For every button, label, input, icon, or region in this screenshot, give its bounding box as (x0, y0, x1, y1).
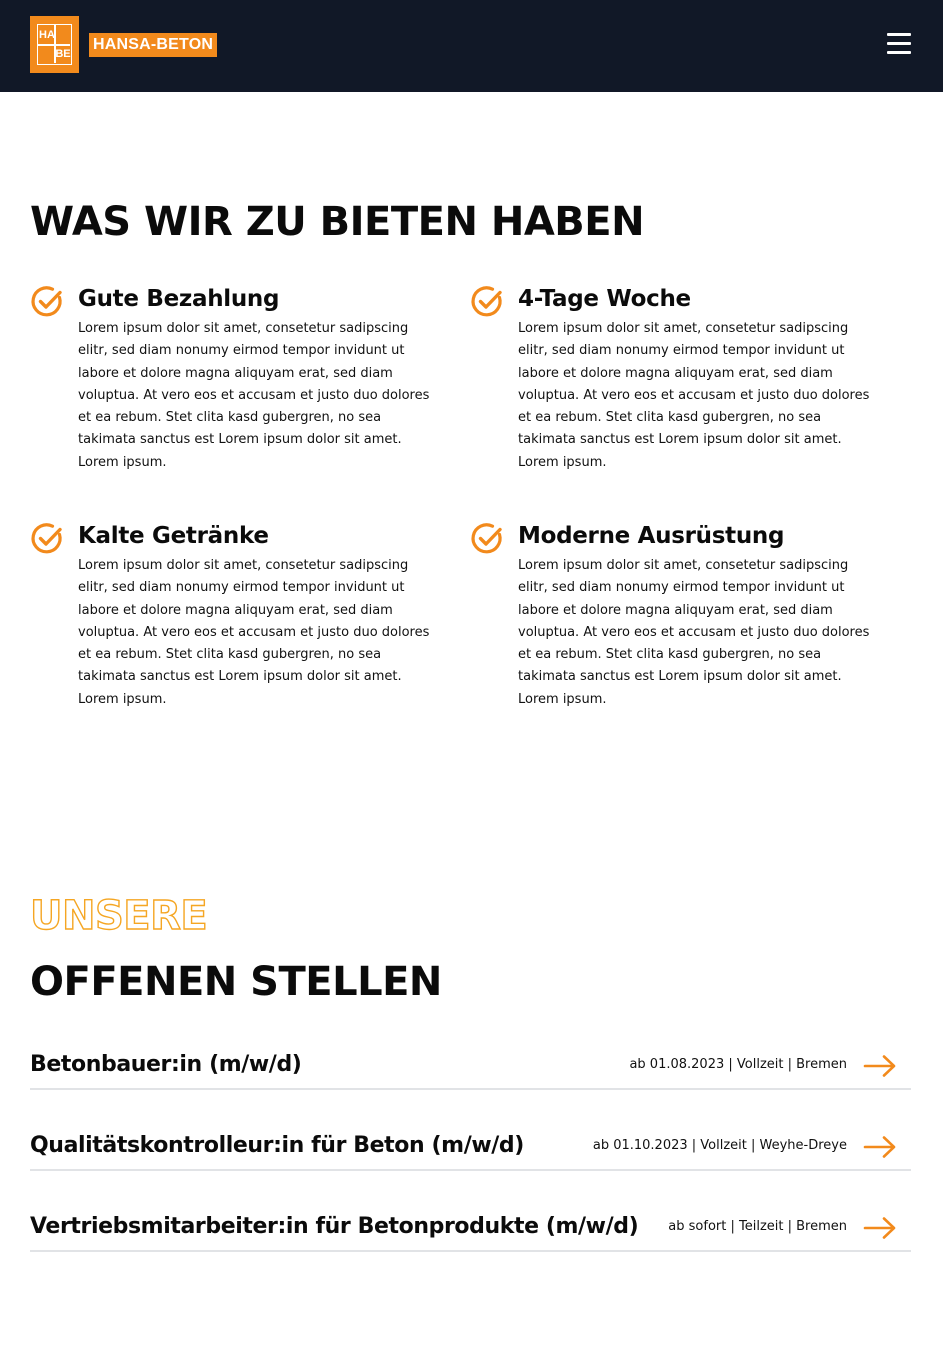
benefit-text: Lorem ipsum dolor sit amet, consetetur s… (78, 558, 430, 707)
check-circle-icon (471, 286, 502, 317)
job-meta: ab 01.08.2023 | Vollzeit | Bremen (629, 1057, 847, 1072)
job-listing-row[interactable]: Qualitätskontrolleur:in für Beton (m/w/d… (30, 1127, 911, 1171)
logo-cell-top: HA (39, 29, 55, 41)
job-title[interactable]: Qualitätskontrolleur:in für Beton (m/w/d… (30, 1131, 524, 1161)
benefit-title: Gute Bezahlung (78, 286, 280, 312)
logo-frame: HA BE (37, 24, 72, 65)
benefit-text: Lorem ipsum dolor sit amet, consetetur s… (518, 558, 870, 707)
check-circle-icon (471, 523, 502, 554)
site-header: HA BE HANSA-BETON (0, 0, 943, 92)
benefit-text: Lorem ipsum dolor sit amet, consetetur s… (78, 321, 430, 470)
menu-bar (887, 42, 911, 45)
benefit-text: Lorem ipsum dolor sit amet, consetetur s… (518, 321, 870, 470)
job-listing-row[interactable]: Betonbauer:in (m/w/d) ab 01.08.2023 | Vo… (30, 1046, 911, 1090)
benefit-title: 4-Tage Woche (518, 286, 691, 312)
brand-name[interactable]: HANSA-BETON (89, 33, 218, 57)
check-circle-icon (31, 523, 62, 554)
logo-cell-bottom: BE (55, 48, 71, 60)
job-title[interactable]: Vertriebsmitarbeiter:in für Betonprodukt… (30, 1212, 639, 1242)
benefits-heading: WAS WIR ZU BIETEN HABEN (30, 199, 645, 245)
job-meta: ab sofort | Teilzeit | Bremen (668, 1219, 847, 1234)
benefit-title: Kalte Getränke (78, 523, 269, 549)
arrow-right-icon[interactable] (863, 1135, 897, 1159)
menu-bar (887, 33, 911, 36)
arrow-right-icon[interactable] (863, 1054, 897, 1078)
jobs-heading: OFFENEN STELLEN (30, 959, 442, 1005)
job-title[interactable]: Betonbauer:in (m/w/d) (30, 1050, 302, 1080)
arrow-right-icon[interactable] (863, 1216, 897, 1240)
job-meta: ab 01.10.2023 | Vollzeit | Weyhe-Dreye (592, 1138, 847, 1153)
jobs-kicker: UNSERE (29, 892, 208, 939)
job-listing-row[interactable]: Vertriebsmitarbeiter:in für Betonprodukt… (30, 1208, 911, 1252)
logo-mark[interactable]: HA BE (30, 16, 79, 73)
hamburger-menu-icon[interactable] (884, 30, 914, 58)
check-circle-icon (31, 286, 62, 317)
menu-bar (887, 51, 911, 54)
benefit-title: Moderne Ausrüstung (518, 523, 785, 549)
